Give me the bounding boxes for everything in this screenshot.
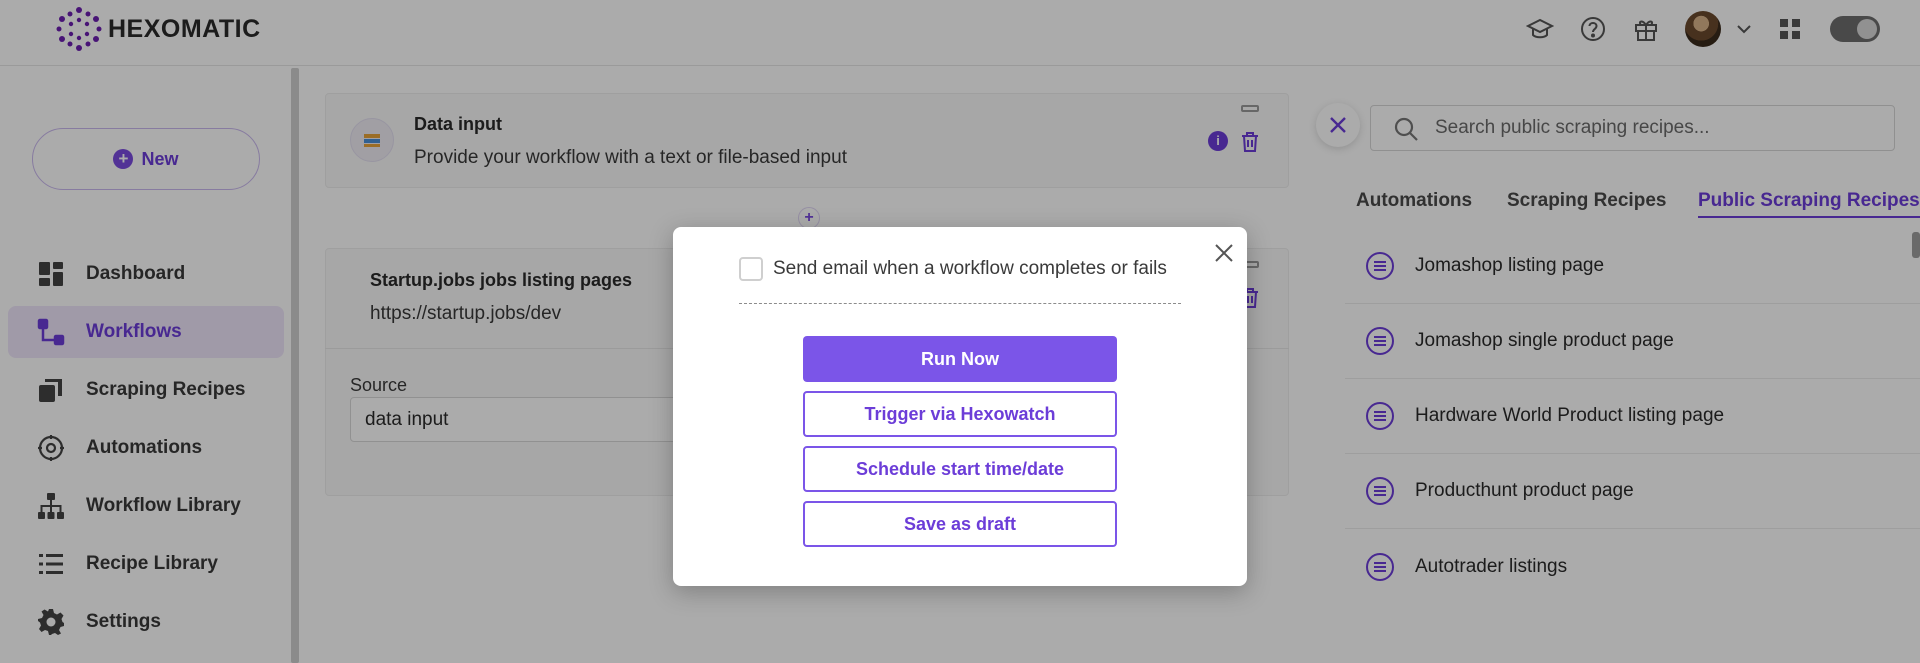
save-draft-button[interactable]: Save as draft — [803, 501, 1117, 547]
modal-close-button[interactable] — [1211, 241, 1237, 267]
email-notification-label: Send email when a workflow completes or … — [773, 258, 1167, 279]
email-notification-checkbox[interactable] — [739, 257, 763, 281]
schedule-button[interactable]: Schedule start time/date — [803, 446, 1117, 492]
run-workflow-modal: Send email when a workflow completes or … — [673, 227, 1247, 586]
close-icon — [1215, 244, 1233, 262]
email-notification-row[interactable]: Send email when a workflow completes or … — [739, 257, 1167, 281]
run-now-button[interactable]: Run Now — [803, 336, 1117, 382]
trigger-hexowatch-button[interactable]: Trigger via Hexowatch — [803, 391, 1117, 437]
divider — [739, 303, 1181, 304]
